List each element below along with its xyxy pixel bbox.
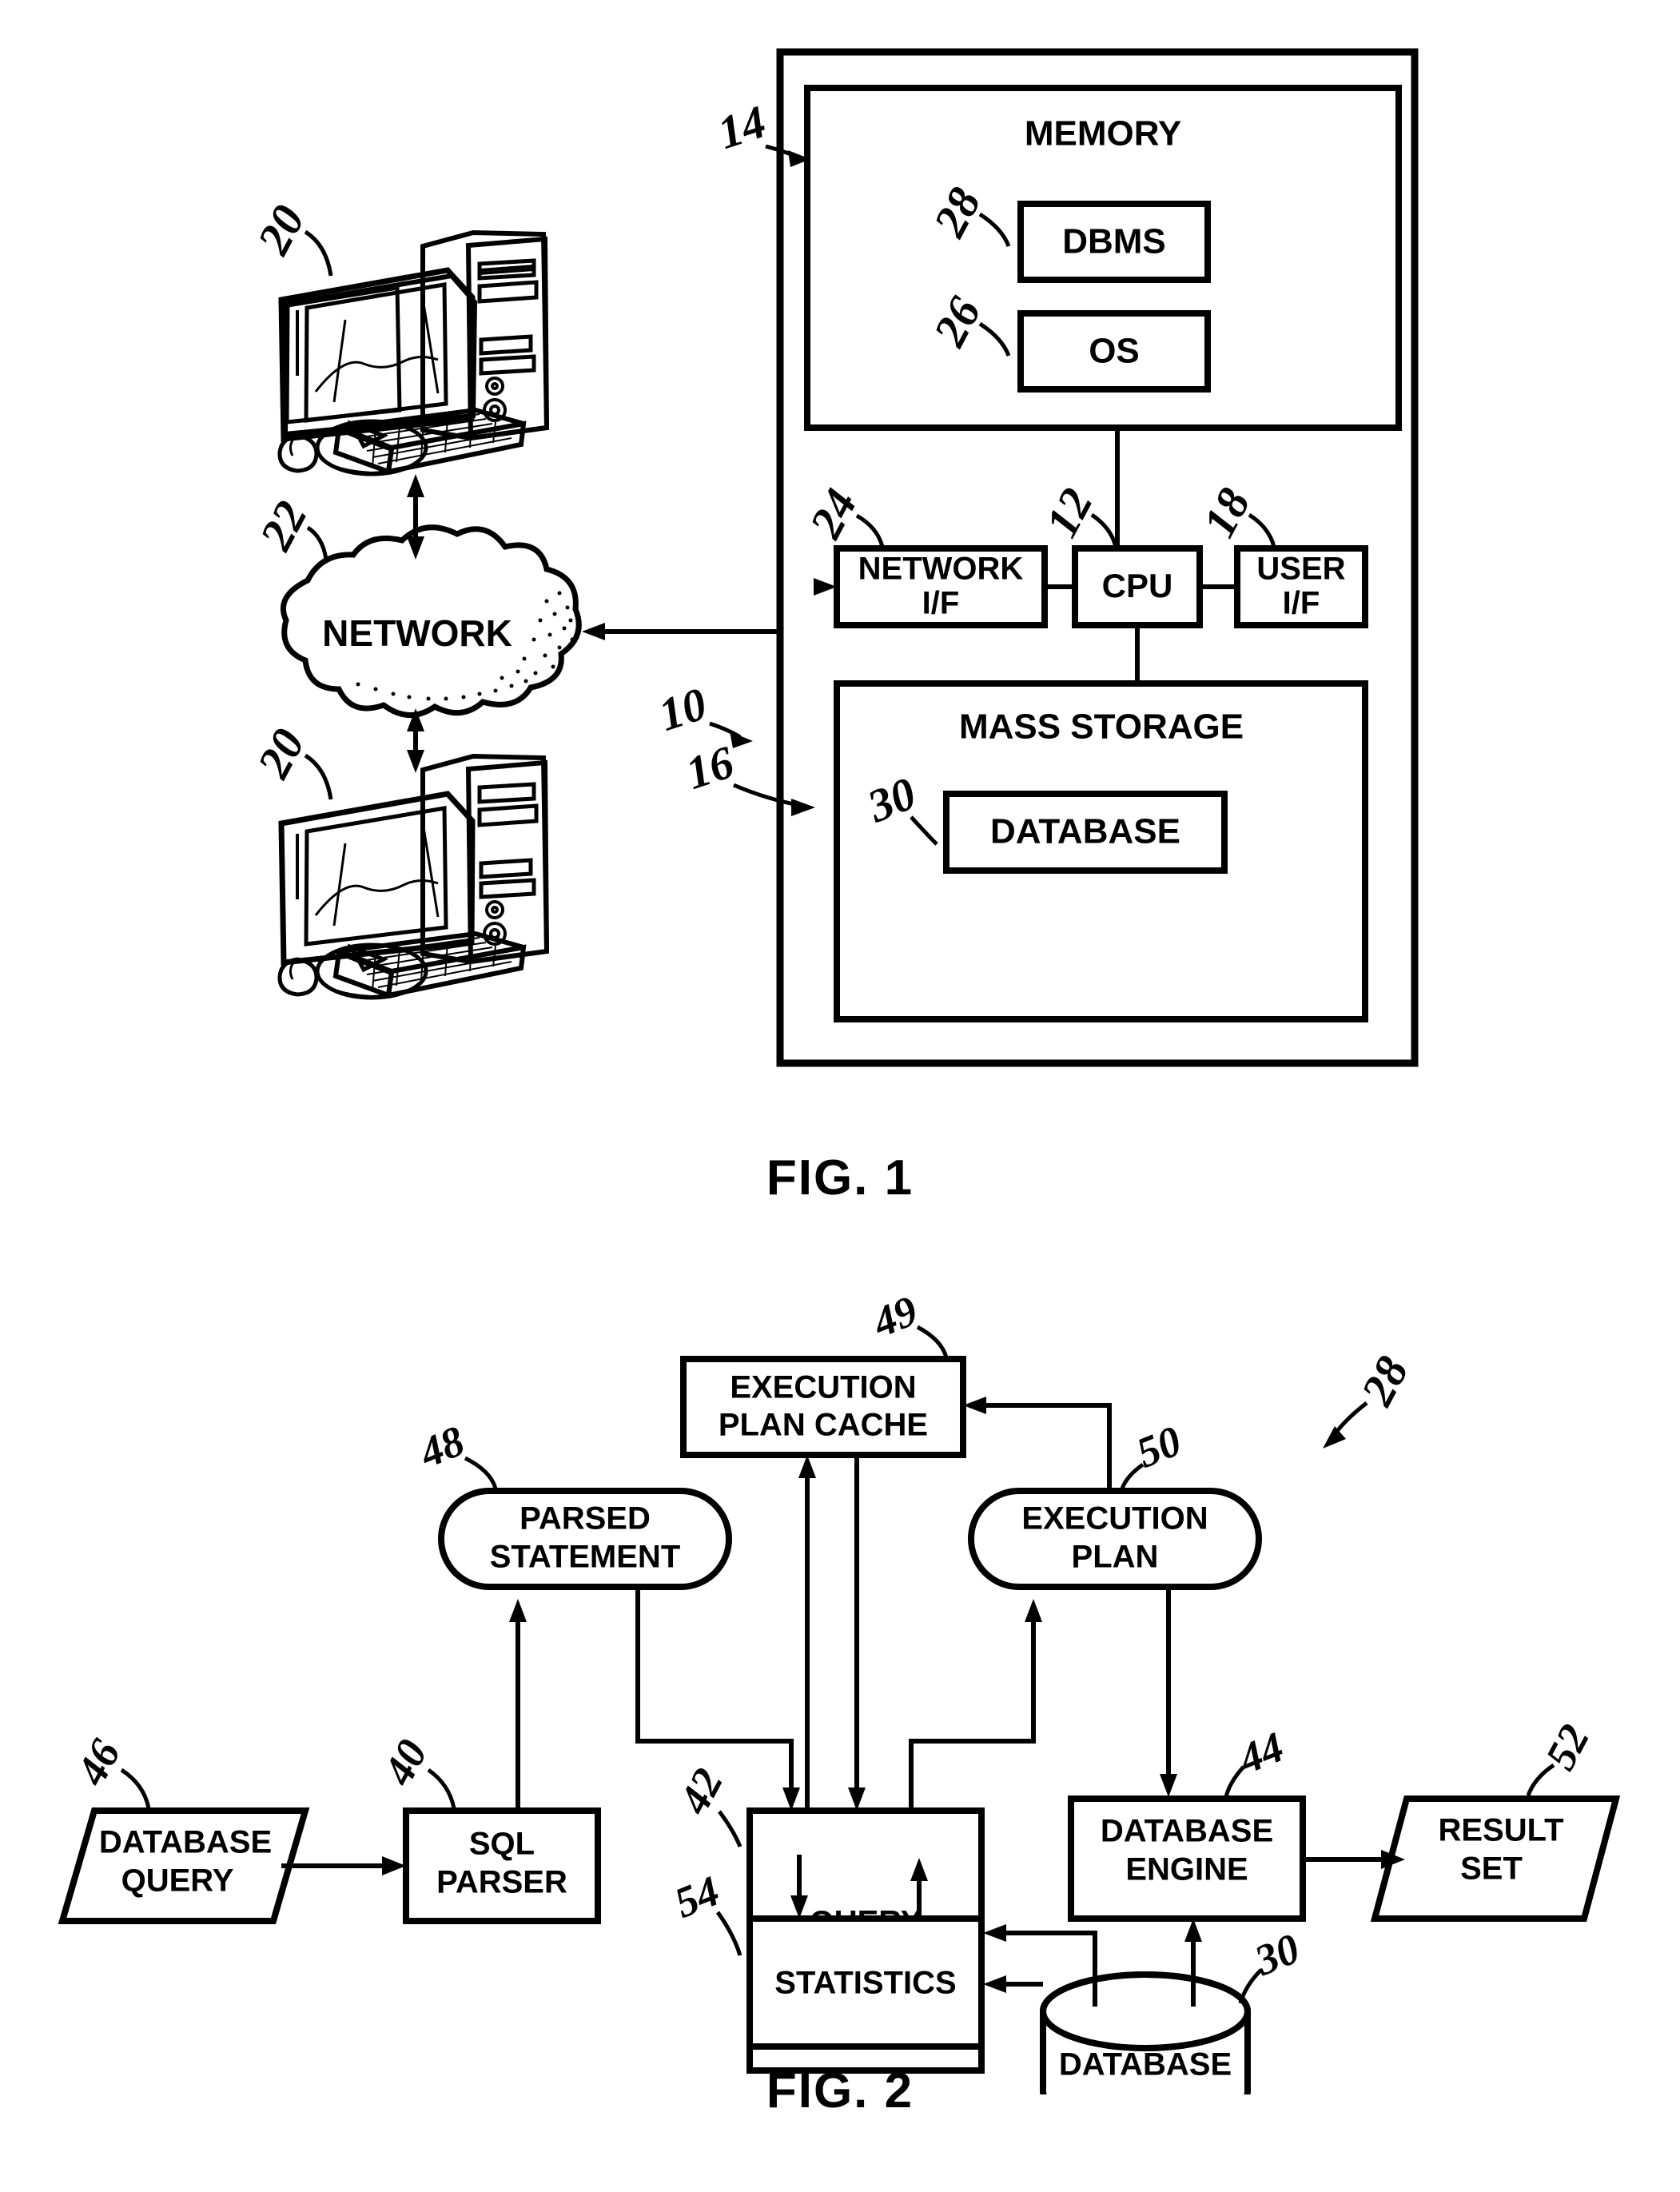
mass-storage-label: MASS STORAGE <box>959 707 1244 747</box>
arrow-execution-plan-to-plan-cache <box>963 1397 1112 1491</box>
ref-40-group: 40 <box>373 1732 456 1809</box>
ref-46-group: 46 <box>66 1732 151 1809</box>
user-if-label-line1: USER <box>1256 552 1345 587</box>
ref-num-44: 44 <box>1232 1723 1290 1783</box>
arrow-optimizer-to-plan-cache <box>798 1455 816 1811</box>
ref-num-48: 48 <box>412 1417 471 1477</box>
dbms-label: DBMS <box>1062 222 1166 261</box>
statistics-label: STATISTICS <box>774 1966 956 2001</box>
network-cloud: NETWORK <box>280 524 582 718</box>
ref-num-22: 22 <box>249 492 317 559</box>
arrow-database-to-statistics <box>983 1975 1043 1993</box>
figure-2-caption: FIG. 2 <box>766 2063 914 2118</box>
ref-num-42: 42 <box>669 1760 732 1822</box>
arrow-optimizer-to-execution-plan <box>909 1599 1042 1811</box>
ref-num-49: 49 <box>866 1287 924 1347</box>
arrow-statistics-to-optimizer <box>910 1858 928 1919</box>
ref-num-20-top: 20 <box>247 197 315 263</box>
execution-plan-cache-label-line2: PLAN CACHE <box>719 1408 928 1443</box>
ref-num-16: 16 <box>679 735 739 799</box>
database-label-fig1: DATABASE <box>990 812 1180 851</box>
arrow-plan-cache-to-optimizer <box>848 1455 866 1811</box>
arrow-execution-plan-to-engine <box>1160 1587 1177 1797</box>
ref-20-bottom-group: 20 <box>247 720 333 800</box>
ref-num-40: 40 <box>373 1732 436 1793</box>
ref-50-group: 50 <box>1120 1417 1188 1489</box>
ref-num-20-bottom: 20 <box>247 720 315 787</box>
os-label: OS <box>1089 332 1140 371</box>
arrow-optimizer-to-statistics <box>790 1855 808 1919</box>
ref-20-top-group: 20 <box>247 197 333 277</box>
client-computer-bottom <box>277 753 550 1000</box>
ref-10-group: 10 <box>652 677 753 748</box>
ref-num-52: 52 <box>1536 1716 1598 1777</box>
result-set-label-line1: RESULT <box>1438 1813 1563 1848</box>
execution-plan-label-line1: EXECUTION <box>1021 1501 1208 1536</box>
ref-48-group: 48 <box>412 1417 498 1489</box>
execution-plan-label-line2: PLAN <box>1072 1540 1159 1575</box>
ref-num-14: 14 <box>711 95 771 159</box>
client-computer-top <box>277 229 550 476</box>
ref-num-46: 46 <box>66 1732 129 1793</box>
patent-drawing-sheet: 20 NETWORK 22 20 MEMORY DBMS 28 OS 26 14… <box>0 0 1680 2192</box>
cpu-label: CPU <box>1102 567 1173 604</box>
arrow-client-top-network <box>407 474 424 560</box>
network-cloud-label: NETWORK <box>322 612 512 654</box>
arrow-parser-to-parsed-statement <box>509 1599 527 1811</box>
ref-54-group: 54 <box>668 1867 742 1956</box>
arrow-network-client-bottom <box>407 708 424 773</box>
figure-2-lower: STATISTICS 54 <box>668 1855 1043 2050</box>
ref-49-group: 49 <box>866 1287 949 1358</box>
ref-28-group-fig2: 28 <box>1323 1348 1419 1449</box>
parsed-statement-label-line2: STATEMENT <box>490 1540 681 1575</box>
memory-label: MEMORY <box>1025 114 1181 153</box>
user-if-label-line2: I/F <box>1283 586 1320 621</box>
network-if-label-line2: I/F <box>922 586 960 621</box>
ref-22-group: 22 <box>249 492 328 560</box>
execution-plan-cache-label-line1: EXECUTION <box>730 1370 916 1405</box>
ref-42-group: 42 <box>669 1760 742 1847</box>
ref-44-group: 44 <box>1224 1723 1290 1798</box>
ref-num-10: 10 <box>652 677 712 741</box>
figure-1-caption: FIG. 1 <box>766 1150 914 1206</box>
ref-52-group: 52 <box>1526 1716 1598 1796</box>
ref-num-28-fig2: 28 <box>1351 1348 1419 1414</box>
ref-num-54: 54 <box>668 1867 727 1927</box>
figure-1: 20 NETWORK 22 20 MEMORY DBMS 28 OS 26 14… <box>247 48 1419 1067</box>
database-engine-label-line1: DATABASE <box>1101 1814 1273 1849</box>
parsed-statement-label-line1: PARSED <box>520 1501 651 1536</box>
network-if-label-line1: NETWORK <box>858 552 1024 587</box>
